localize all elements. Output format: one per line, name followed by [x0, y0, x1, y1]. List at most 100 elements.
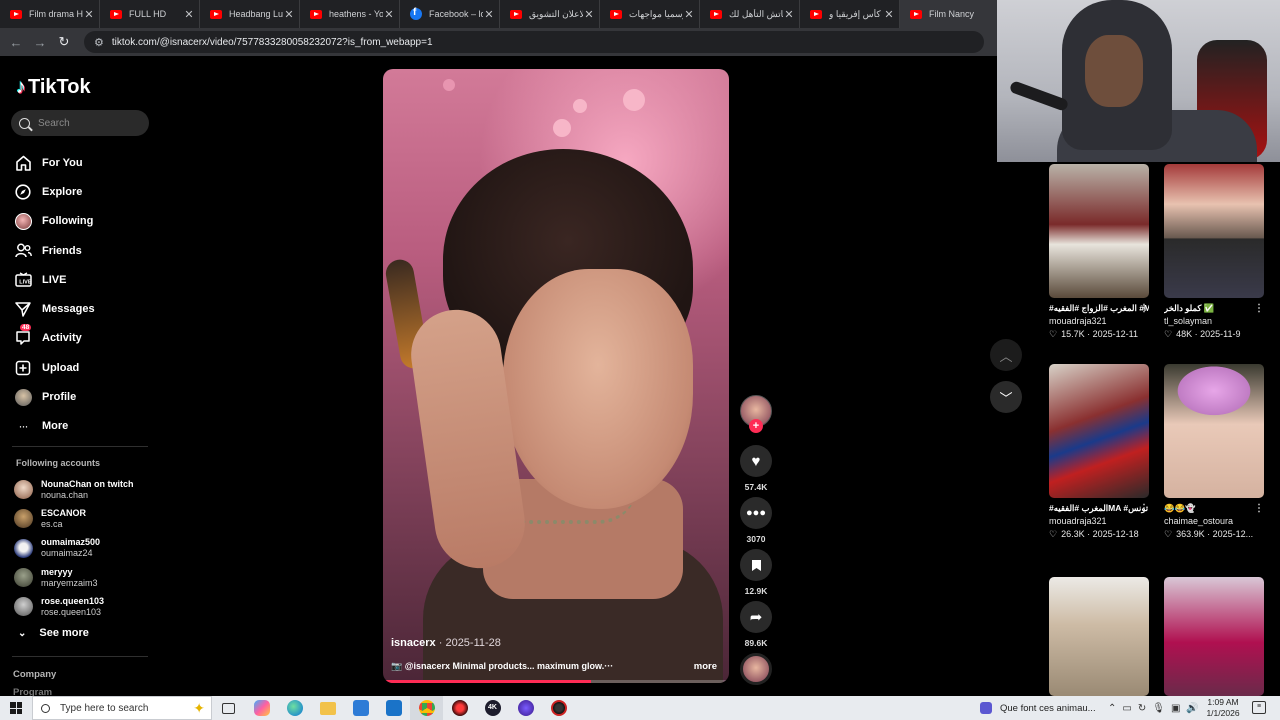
file-explorer-icon[interactable] [311, 696, 344, 720]
address-bar[interactable]: ⚙ tiktok.com/@isnacerx/video/75778332800… [84, 31, 984, 53]
video-card[interactable] [1049, 577, 1149, 696]
following-account[interactable]: rose.queen103 rose.queen103 [14, 592, 134, 621]
video-thumbnail[interactable] [1164, 364, 1264, 498]
company-link[interactable]: Company [13, 669, 56, 680]
video-card[interactable]: #المغرب #الفقيهMA #تونس TN_#الجزائرDZ#تر… [1049, 364, 1149, 541]
nav-item-profile[interactable]: Profile [14, 382, 95, 411]
close-tab-icon[interactable]: ✕ [383, 8, 395, 21]
video-card[interactable]: كملو دالخر ✅ ⋮ tl_solayman ♡ 48K · 2025-11… [1164, 164, 1264, 341]
music-disc-avatar[interactable] [740, 653, 772, 685]
share-action[interactable]: ➦ 89.6K [740, 601, 772, 648]
browser-tab[interactable]: FULL HD ✕ [100, 0, 200, 28]
following-account[interactable]: meryyy maryemzaim3 [14, 563, 134, 592]
nav-item-live[interactable]: LIVE LIVE [14, 265, 95, 294]
video-card[interactable]: #المغرب #الزواج #الفقيه #MA #شرنسCP_#بلج… [1049, 164, 1149, 341]
comment-icon[interactable]: ●●● [740, 497, 772, 529]
outlook-icon[interactable] [377, 696, 410, 720]
nav-item-explore[interactable]: Explore [14, 177, 95, 206]
heart-icon[interactable]: ♥ [740, 445, 772, 477]
close-tab-icon[interactable]: ✕ [283, 8, 295, 21]
close-tab-icon[interactable]: ✕ [683, 8, 695, 21]
network-icon[interactable]: ▣ [1171, 703, 1180, 714]
nav-item-activity[interactable]: 48 Activity [14, 323, 95, 353]
more-options-icon[interactable]: ⋮ [1139, 502, 1149, 515]
like-action[interactable]: ♥ 57.4K [740, 445, 772, 492]
browser-tab[interactable]: Headbang Lull ✕ [200, 0, 300, 28]
video-username[interactable]: tl_solayman [1164, 315, 1264, 328]
browser-tab[interactable]: الاعلان التشويق ✕ [500, 0, 600, 28]
see-more-button[interactable]: ⌄ See more [18, 627, 89, 639]
nav-item-friends[interactable]: Friends [14, 236, 95, 265]
description-more-button[interactable]: more [694, 661, 717, 672]
search-input[interactable] [38, 117, 138, 129]
video-player[interactable]: isnacerx · 2025-11-28 📷 @isnacerx Minima… [383, 69, 729, 683]
tray-app-icon[interactable]: ▭ [1122, 703, 1131, 714]
more-options-icon[interactable]: ⋮ [1139, 302, 1149, 315]
app-icon-4k[interactable]: 4K [476, 696, 509, 720]
video-thumbnail[interactable] [1049, 364, 1149, 498]
video-thumbnail[interactable] [1164, 577, 1264, 696]
video-card[interactable]: 😂😂👻 ⋮ chaimae_ostoura ♡ 363.9K · 2025-12..… [1164, 364, 1264, 541]
app-icon-purple[interactable] [509, 696, 542, 720]
browser-tab[interactable]: Facebook – log✕ [400, 0, 500, 28]
microphone-icon[interactable]: 🎙 [1152, 703, 1165, 714]
browser-tab[interactable]: ماتش التأهل لك ✕ [700, 0, 800, 28]
video-author-name[interactable]: isnacerx [391, 637, 436, 649]
store-icon[interactable] [344, 696, 377, 720]
volume-icon[interactable]: 🔊 [1186, 703, 1198, 714]
browser-tab[interactable]: رسميا مواجهات ✕ [600, 0, 700, 28]
video-thumbnail[interactable] [1164, 164, 1264, 298]
copilot-icon[interactable] [245, 696, 278, 720]
nav-item-for-you[interactable]: For You [14, 148, 95, 177]
video-thumbnail[interactable] [1049, 164, 1149, 298]
app-icon-red[interactable] [443, 696, 476, 720]
reload-icon[interactable]: ↻ [52, 34, 76, 50]
video-username[interactable]: mouadraja321 [1049, 515, 1149, 528]
video-thumbnail[interactable] [1049, 577, 1149, 696]
taskbar-clock[interactable]: 1:09 AM 1/1/2026 [1204, 697, 1242, 719]
video-username[interactable]: mouadraja321 [1049, 315, 1149, 328]
following-account[interactable]: ESCANOR es.ca [14, 504, 134, 533]
search-box[interactable] [11, 110, 149, 136]
tiktok-logo[interactable]: ♪ TikTok [16, 76, 91, 99]
edge-icon[interactable] [278, 696, 311, 720]
share-arrow-icon[interactable]: ➦ [740, 601, 772, 633]
site-info-icon[interactable]: ⚙ [94, 36, 104, 49]
close-tab-icon[interactable]: ✕ [783, 8, 795, 21]
forward-arrow-icon[interactable]: → [28, 35, 52, 50]
previous-video-button[interactable]: ︿ [990, 339, 1022, 371]
video-progress-bar[interactable] [383, 680, 729, 683]
notifications-icon[interactable]: ≡ [1252, 701, 1266, 714]
back-arrow-icon[interactable]: ← [4, 35, 28, 50]
video-username[interactable]: chaimae_ostoura [1164, 515, 1264, 528]
close-tab-icon[interactable]: ✕ [883, 8, 895, 21]
browser-tab[interactable]: heathens - You✕ [300, 0, 400, 28]
close-tab-icon[interactable]: ✕ [583, 8, 595, 21]
following-account[interactable]: NounaChan on twitch nouna.chan [14, 475, 134, 504]
next-video-button[interactable]: ﹀ [990, 381, 1022, 413]
more-options-icon[interactable]: ⋮ [1254, 302, 1264, 315]
browser-tab-active[interactable]: Film Nancy [900, 0, 1000, 28]
nav-item-messages[interactable]: Messages [14, 294, 95, 323]
browser-tab[interactable]: Film drama HD✕ [0, 0, 100, 28]
show-hidden-icons-chevron-icon[interactable]: ⌃ [1108, 703, 1116, 714]
more-options-icon[interactable]: ⋮ [1254, 502, 1264, 515]
comment-action[interactable]: ●●● 3070 [740, 497, 772, 544]
browser-tab[interactable]: كأس إفريقيا و ✕ [800, 0, 900, 28]
save-action[interactable]: 12.9K [740, 549, 772, 596]
bookmark-icon[interactable] [740, 549, 772, 581]
close-tab-icon[interactable]: ✕ [83, 8, 95, 21]
nav-item-following[interactable]: Following [14, 207, 95, 236]
tray-sync-icon[interactable]: ↻ [1138, 703, 1146, 714]
follow-plus-icon[interactable]: + [749, 419, 763, 433]
taskbar-search[interactable]: Type here to search ✦ [32, 696, 212, 720]
chrome-icon[interactable] [410, 696, 443, 720]
start-button[interactable] [0, 696, 32, 720]
video-author[interactable]: isnacerx · 2025-11-28 [391, 637, 501, 649]
app-icon-dark[interactable] [542, 696, 575, 720]
news-widget[interactable]: Que font ces animau... [980, 696, 1096, 720]
url-text[interactable]: tiktok.com/@isnacerx/video/7577833280058… [112, 37, 433, 48]
nav-item-upload[interactable]: Upload [14, 353, 95, 382]
close-tab-icon[interactable]: ✕ [183, 8, 195, 21]
following-account[interactable]: oumaimaz500 oumaimaz24 [14, 534, 134, 563]
